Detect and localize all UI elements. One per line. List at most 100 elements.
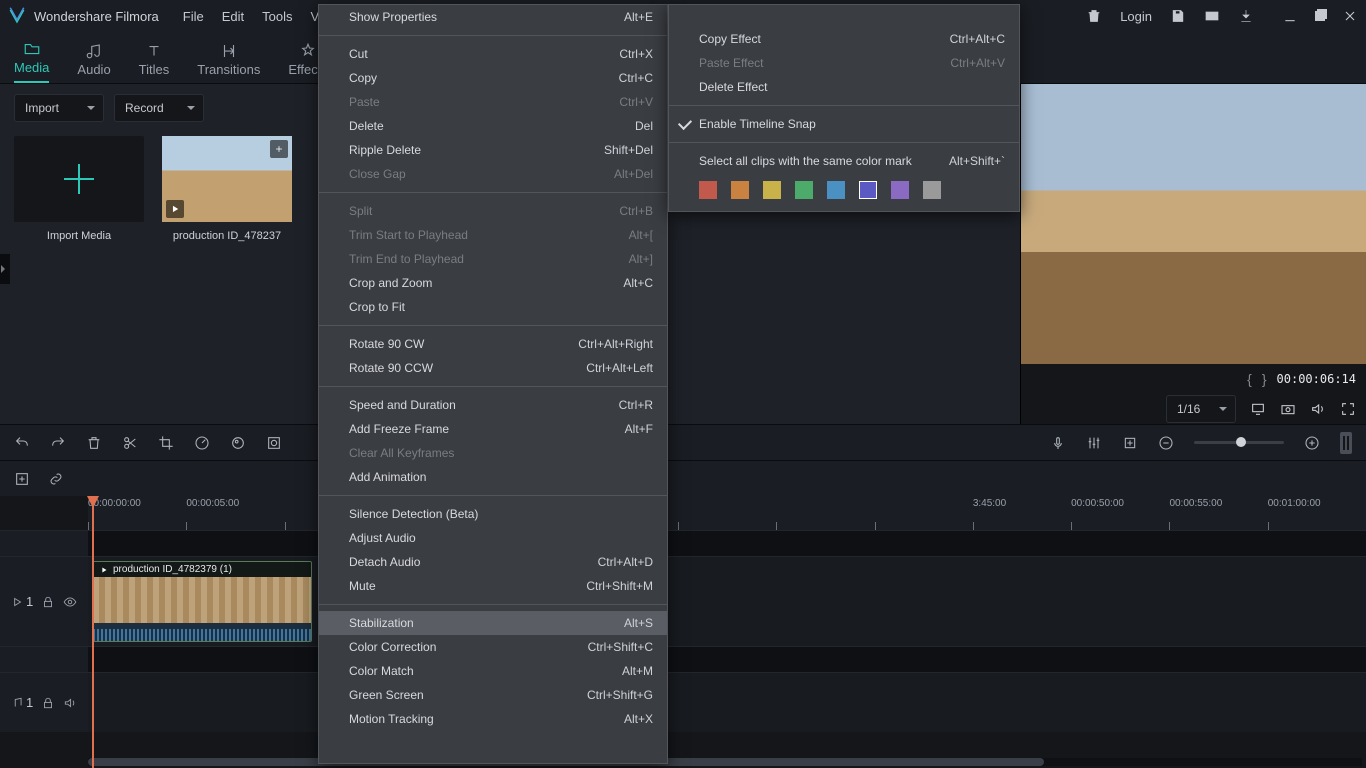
- timeline-scrollbar[interactable]: [88, 758, 1362, 766]
- context-item[interactable]: Rotate 90 CCWCtrl+Alt+Left: [319, 356, 667, 380]
- display-settings-icon[interactable]: [1250, 401, 1266, 417]
- context-item-label: Silence Detection (Beta): [349, 507, 478, 521]
- context-item[interactable]: Color CorrectionCtrl+Shift+C: [319, 635, 667, 659]
- app-name: Wondershare Filmora: [34, 9, 159, 24]
- zoom-out-icon[interactable]: [1158, 435, 1174, 451]
- voiceover-icon[interactable]: [1050, 435, 1066, 451]
- context-item-label: Clear All Keyframes: [349, 446, 454, 460]
- color-swatch[interactable]: [923, 181, 941, 199]
- marker-icon[interactable]: [1122, 435, 1138, 451]
- context-item[interactable]: Adjust Audio: [319, 526, 667, 550]
- mark-in-icon[interactable]: {: [1247, 371, 1252, 387]
- save-icon[interactable]: [1170, 8, 1186, 24]
- context-item-label: Copy: [349, 71, 377, 85]
- context-item[interactable]: Add Freeze FrameAlt+F: [319, 417, 667, 441]
- context-item[interactable]: Crop to Fit: [319, 295, 667, 319]
- context-item[interactable]: MuteCtrl+Shift+M: [319, 574, 667, 598]
- split-icon[interactable]: [122, 435, 138, 451]
- lock-icon[interactable]: [41, 696, 55, 710]
- context-item[interactable]: Copy EffectCtrl+Alt+C: [669, 27, 1019, 51]
- playhead[interactable]: [92, 496, 94, 768]
- audio-track: 1: [0, 672, 1366, 732]
- zoom-in-icon[interactable]: [1304, 435, 1320, 451]
- color-swatch[interactable]: [699, 181, 717, 199]
- preview-zoom-dropdown[interactable]: 1/16: [1166, 395, 1236, 423]
- context-item[interactable]: Select all clips with the same color mar…: [669, 149, 1019, 173]
- context-item[interactable]: Green ScreenCtrl+Shift+G: [319, 683, 667, 707]
- record-dropdown-label: Record: [125, 101, 164, 115]
- tab-media[interactable]: Media: [14, 40, 49, 83]
- speed-icon[interactable]: [194, 435, 210, 451]
- export-icon[interactable]: [1238, 8, 1254, 24]
- minimize-icon[interactable]: [1282, 8, 1298, 24]
- maximize-icon[interactable]: [1312, 8, 1328, 24]
- context-item[interactable]: Motion TrackingAlt+X: [319, 707, 667, 731]
- context-item-label: Crop to Fit: [349, 300, 405, 314]
- delete-icon[interactable]: [86, 435, 102, 451]
- context-item[interactable]: StabilizationAlt+S: [319, 611, 667, 635]
- play-preview-icon[interactable]: [166, 200, 184, 218]
- import-dropdown[interactable]: Import: [14, 94, 104, 122]
- zoom-slider[interactable]: [1194, 441, 1284, 444]
- mark-out-icon[interactable]: }: [1262, 371, 1267, 387]
- import-media-tile[interactable]: Import Media: [14, 136, 144, 242]
- context-item-label: Detach Audio: [349, 555, 420, 569]
- sidebar-expand-handle[interactable]: [0, 254, 10, 284]
- context-item[interactable]: Enable Timeline Snap: [669, 112, 1019, 136]
- timeline-clip[interactable]: production ID_4782379 (1): [92, 561, 312, 642]
- context-item[interactable]: Delete Effect: [669, 75, 1019, 99]
- context-item[interactable]: Crop and ZoomAlt+C: [319, 271, 667, 295]
- mail-icon[interactable]: [1204, 8, 1220, 24]
- menu-tools[interactable]: Tools: [262, 9, 292, 24]
- green-screen-icon[interactable]: [266, 435, 282, 451]
- link-icon[interactable]: [48, 471, 64, 487]
- crop-icon[interactable]: [158, 435, 174, 451]
- context-item[interactable]: Ripple DeleteShift+Del: [319, 138, 667, 162]
- context-item-shortcut: Alt+]: [629, 252, 653, 266]
- undo-icon[interactable]: [14, 435, 30, 451]
- context-item[interactable]: CopyCtrl+C: [319, 66, 667, 90]
- context-item[interactable]: Detach AudioCtrl+Alt+D: [319, 550, 667, 574]
- close-icon[interactable]: [1342, 8, 1358, 24]
- tab-titles[interactable]: Titles: [139, 42, 170, 83]
- tab-transitions[interactable]: Transitions: [197, 42, 260, 83]
- color-icon[interactable]: [230, 435, 246, 451]
- fullscreen-icon[interactable]: [1340, 401, 1356, 417]
- tab-audio[interactable]: Audio: [77, 42, 110, 83]
- menu-edit[interactable]: Edit: [222, 9, 244, 24]
- context-item-shortcut: Ctrl+B: [619, 204, 653, 218]
- timeline-ruler[interactable]: 00:00:00:0000:00:05:003:45:0000:00:50:00…: [88, 496, 1366, 530]
- color-swatch[interactable]: [891, 181, 909, 199]
- snapshot-icon[interactable]: [1280, 401, 1296, 417]
- mute-icon[interactable]: [63, 696, 77, 710]
- trash-icon[interactable]: [1086, 8, 1102, 24]
- color-swatch[interactable]: [827, 181, 845, 199]
- manage-tracks-icon[interactable]: [14, 471, 30, 487]
- context-item[interactable]: CutCtrl+X: [319, 42, 667, 66]
- context-item[interactable]: Silence Detection (Beta): [319, 502, 667, 526]
- mixer-icon[interactable]: [1086, 435, 1102, 451]
- context-item[interactable]: Add Animation: [319, 465, 667, 489]
- visibility-icon[interactable]: [63, 595, 77, 609]
- preview-viewport[interactable]: [1021, 84, 1366, 364]
- record-dropdown[interactable]: Record: [114, 94, 204, 122]
- context-item[interactable]: Show PropertiesAlt+E: [319, 5, 667, 29]
- color-mark-row: [669, 173, 1019, 211]
- context-item[interactable]: Rotate 90 CWCtrl+Alt+Right: [319, 332, 667, 356]
- login-button[interactable]: Login: [1120, 9, 1152, 24]
- color-swatch[interactable]: [859, 181, 877, 199]
- volume-icon[interactable]: [1310, 401, 1326, 417]
- color-swatch[interactable]: [763, 181, 781, 199]
- media-clip-tile[interactable]: production ID_478237: [162, 136, 292, 242]
- color-swatch[interactable]: [795, 181, 813, 199]
- lock-icon[interactable]: [41, 595, 55, 609]
- context-item[interactable]: DeleteDel: [319, 114, 667, 138]
- redo-icon[interactable]: [50, 435, 66, 451]
- zoom-fit-icon[interactable]: [1340, 432, 1352, 454]
- add-to-timeline-icon[interactable]: [270, 140, 288, 158]
- context-item[interactable]: Color MatchAlt+M: [319, 659, 667, 683]
- color-swatch[interactable]: [731, 181, 749, 199]
- context-item-label: Trim End to Playhead: [349, 252, 464, 266]
- menu-file[interactable]: File: [183, 9, 204, 24]
- context-item[interactable]: Speed and DurationCtrl+R: [319, 393, 667, 417]
